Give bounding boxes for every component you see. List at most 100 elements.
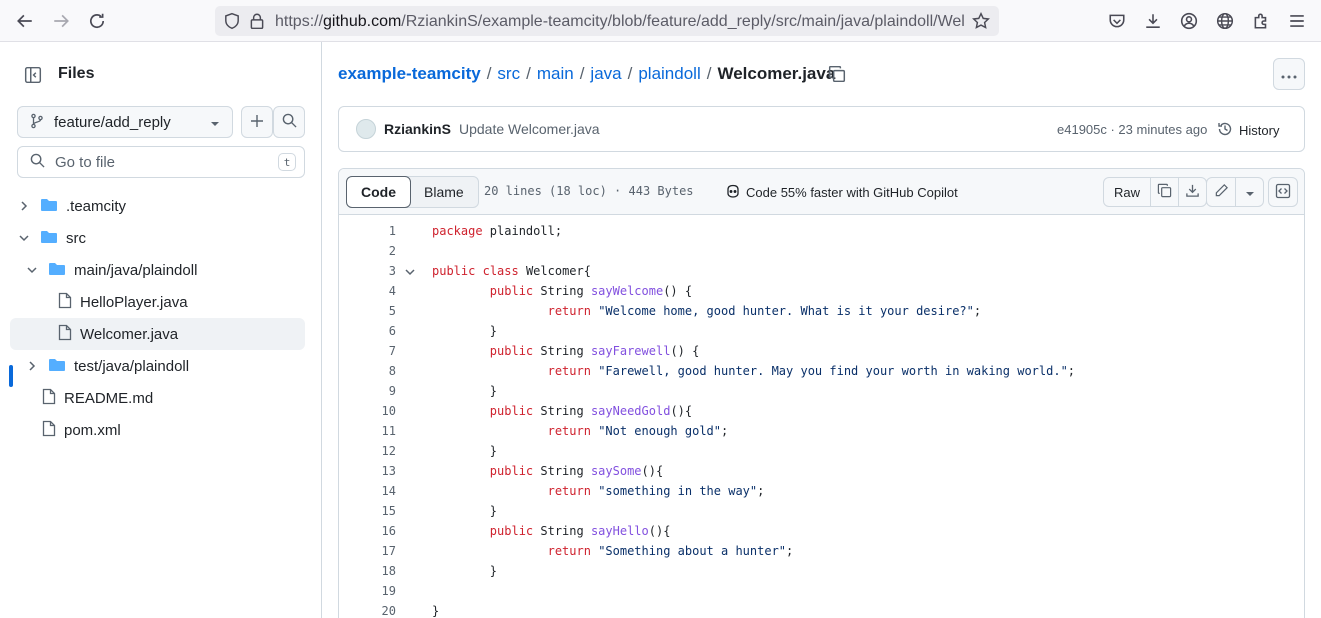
edit-options-dropdown[interactable] xyxy=(1235,178,1263,206)
tree-item-main-java-plaindoll[interactable]: main/java/plaindoll xyxy=(10,254,305,286)
chevron-right-icon[interactable] xyxy=(24,361,40,371)
code-line: 20} xyxy=(339,601,1304,618)
tree-item-label: Welcomer.java xyxy=(80,325,179,343)
copilot-promo-link[interactable]: Code 55% faster with GitHub Copilot xyxy=(725,183,958,202)
line-number[interactable]: 1 xyxy=(339,224,396,238)
line-number[interactable]: 14 xyxy=(339,484,396,498)
line-number[interactable]: 9 xyxy=(339,384,396,398)
more-options-button[interactable] xyxy=(1273,58,1305,90)
line-code: return "Something about a hunter"; xyxy=(547,544,794,558)
line-number[interactable]: 15 xyxy=(339,504,396,518)
branch-selector[interactable]: feature/add_reply xyxy=(17,106,233,138)
chevron-down-icon[interactable] xyxy=(24,266,40,274)
commit-message[interactable]: Update Welcomer.java xyxy=(459,121,600,137)
tree-item-teamcity[interactable]: .teamcity xyxy=(10,190,305,222)
history-button[interactable]: History xyxy=(1217,121,1279,140)
copilot-promo-text: Code 55% faster with GitHub Copilot xyxy=(746,185,958,200)
line-number[interactable]: 2 xyxy=(339,244,396,258)
folder-open-icon xyxy=(48,261,66,280)
tree-item-test-java-plaindoll[interactable]: test/java/plaindoll xyxy=(10,350,305,382)
fold-chevron-down-icon[interactable] xyxy=(405,265,415,279)
caret-down-icon xyxy=(210,114,220,130)
raw-button[interactable]: Raw xyxy=(1104,178,1150,206)
address-bar[interactable]: https://github.com/RziankinS/example-tea… xyxy=(215,6,999,36)
breadcrumb-link-java[interactable]: java xyxy=(590,64,621,84)
code-line: 13 public String saySome(){ xyxy=(339,461,1304,481)
tree-item-src[interactable]: src xyxy=(10,222,305,254)
line-code: return "Welcome home, good hunter. What … xyxy=(547,304,982,318)
commit-meta[interactable]: e41905c · 23 minutes ago xyxy=(1057,122,1207,137)
line-number[interactable]: 6 xyxy=(339,324,396,338)
menu-icon[interactable] xyxy=(1287,11,1307,31)
line-code: return "something in the way"; xyxy=(547,484,765,498)
extensions-icon[interactable] xyxy=(1251,11,1271,31)
account-icon[interactable] xyxy=(1179,11,1199,31)
search-button[interactable] xyxy=(273,106,305,138)
downloads-icon[interactable] xyxy=(1143,11,1163,31)
file-viewer: Code Blame 20 lines (18 loc) · 443 Bytes… xyxy=(338,168,1305,618)
breadcrumb-separator: / xyxy=(579,64,585,83)
edit-file-button[interactable] xyxy=(1207,178,1235,206)
latest-commit-bar: RziankinS Update Welcomer.java e41905c ·… xyxy=(338,106,1305,152)
breadcrumb-link-src[interactable]: src xyxy=(497,64,520,84)
copy-raw-button[interactable] xyxy=(1150,178,1178,206)
pocket-icon[interactable] xyxy=(1107,11,1127,31)
symbols-panel-button[interactable] xyxy=(1268,177,1298,207)
line-number[interactable]: 12 xyxy=(339,444,396,458)
view-mode-toggle: Code Blame xyxy=(346,176,479,208)
code-square-icon xyxy=(1275,183,1291,202)
bookmark-star-icon[interactable] xyxy=(972,11,990,33)
download-raw-button[interactable] xyxy=(1178,178,1206,206)
tree-item-helloplayer[interactable]: HelloPlayer.java xyxy=(10,286,305,318)
avatar[interactable] xyxy=(356,119,376,139)
file-icon xyxy=(42,420,56,440)
keyboard-shortcut-hint: t xyxy=(278,153,296,171)
tab-blame[interactable]: Blame xyxy=(410,177,478,207)
back-icon[interactable] xyxy=(15,11,35,31)
tree-item-welcomer[interactable]: Welcomer.java xyxy=(10,318,305,350)
tree-item-readme[interactable]: README.md xyxy=(10,382,305,414)
line-code: } xyxy=(432,564,498,578)
breadcrumb-link-main[interactable]: main xyxy=(537,64,574,84)
search-icon xyxy=(282,113,297,131)
lock-icon[interactable] xyxy=(248,12,266,33)
git-branch-icon xyxy=(30,113,44,132)
code-line: 4 public String sayWelcome() { xyxy=(339,281,1304,301)
line-number[interactable]: 17 xyxy=(339,544,396,558)
commit-author[interactable]: RziankinS xyxy=(384,121,451,137)
line-number[interactable]: 16 xyxy=(339,524,396,538)
line-number[interactable]: 8 xyxy=(339,364,396,378)
tree-item-label: README.md xyxy=(64,389,154,407)
line-number[interactable]: 5 xyxy=(339,304,396,318)
line-code: public String sayNeedGold(){ xyxy=(489,404,693,418)
line-number[interactable]: 11 xyxy=(339,424,396,438)
reload-icon[interactable] xyxy=(87,11,107,31)
chevron-right-icon[interactable] xyxy=(16,201,32,211)
line-number[interactable]: 20 xyxy=(339,604,396,618)
code-view: 1 package plaindoll; 2 3 public class Welcom… xyxy=(339,221,1304,618)
add-file-button[interactable] xyxy=(241,106,273,138)
go-to-file-input[interactable]: Go to file t xyxy=(17,146,305,178)
line-number[interactable]: 10 xyxy=(339,404,396,418)
tree-item-pom[interactable]: pom.xml xyxy=(10,414,305,446)
tree-item-label: src xyxy=(66,229,86,247)
line-number[interactable]: 19 xyxy=(339,584,396,598)
copy-path-icon[interactable] xyxy=(828,65,846,86)
shield-icon[interactable] xyxy=(223,12,241,33)
file-icon xyxy=(42,388,56,408)
code-line: 16 public String sayHello(){ xyxy=(339,521,1304,541)
line-number[interactable]: 18 xyxy=(339,564,396,578)
breadcrumb-link-plaindoll[interactable]: plaindoll xyxy=(638,64,700,84)
globe-icon[interactable] xyxy=(1215,11,1235,31)
code-line: 15 } xyxy=(339,501,1304,521)
line-number[interactable]: 3 xyxy=(339,264,396,278)
line-number[interactable]: 7 xyxy=(339,344,396,358)
line-number[interactable]: 13 xyxy=(339,464,396,478)
breadcrumb-repo-link[interactable]: example-teamcity xyxy=(338,64,481,84)
code-line: 9 } xyxy=(339,381,1304,401)
sidebar-collapse-icon[interactable] xyxy=(17,61,49,89)
line-number[interactable]: 4 xyxy=(339,284,396,298)
forward-icon[interactable] xyxy=(51,11,71,31)
chevron-down-icon[interactable] xyxy=(16,234,32,242)
tab-code[interactable]: Code xyxy=(346,176,411,208)
